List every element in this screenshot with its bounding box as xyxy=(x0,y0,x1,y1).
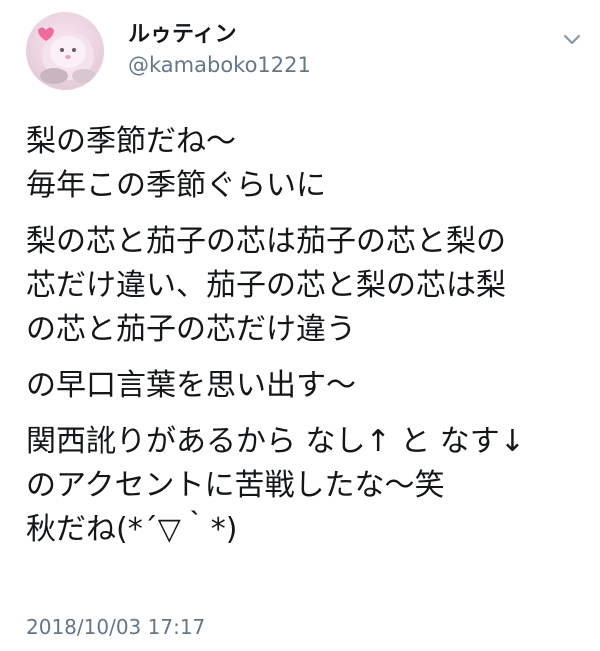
tweet-line: 梨の季節だね〜 xyxy=(26,124,236,159)
tweet-line: の早口言葉を思い出す〜 xyxy=(26,368,356,403)
display-name[interactable]: ルゥティン xyxy=(128,22,237,48)
user-handle[interactable]: @kamaboko1221 xyxy=(128,52,311,78)
tweet-timestamp[interactable]: 2018/10/03 17:17 xyxy=(26,614,205,640)
avatar-image xyxy=(38,27,96,84)
tweet-paragraph: の早口言葉を思い出す〜 xyxy=(26,364,586,408)
avatar[interactable] xyxy=(26,12,104,90)
tweet-paragraph: 関西訛りがあるから なし↑ と なす↓ のアクセントに苦戦したな〜笑 秋だね(*… xyxy=(26,420,586,552)
tweet-paragraph: 梨の芯と茄子の芯は茄子の芯と梨の 芯だけ違い、茄子の芯と梨の芯は梨 の芯と茄子の… xyxy=(26,220,586,352)
chevron-down-icon[interactable] xyxy=(560,28,584,52)
tweet-card: ルゥティン @kamaboko1221 梨の季節だね〜 毎年この季節ぐらいに 梨… xyxy=(0,0,600,651)
tweet-line: 梨の芯と茄子の芯は茄子の芯と梨の xyxy=(26,224,506,259)
tweet-text: 梨の季節だね〜 毎年この季節ぐらいに 梨の芯と茄子の芯は茄子の芯と梨の 芯だけ違… xyxy=(26,120,586,564)
tweet-line: 芯だけ違い、茄子の芯と梨の芯は梨 xyxy=(26,268,506,303)
tweet-line: のアクセントに苦戦したな〜笑 xyxy=(26,468,445,503)
tweet-line: の芯と茄子の芯だけ違う xyxy=(26,312,356,347)
tweet-line: 秋だね(*´▽｀*) xyxy=(26,512,238,547)
tweet-paragraph: 梨の季節だね〜 毎年この季節ぐらいに xyxy=(26,120,586,208)
tweet-line: 関西訛りがあるから なし↑ と なす↓ xyxy=(26,424,525,459)
tweet-line: 毎年この季節ぐらいに xyxy=(26,168,326,203)
